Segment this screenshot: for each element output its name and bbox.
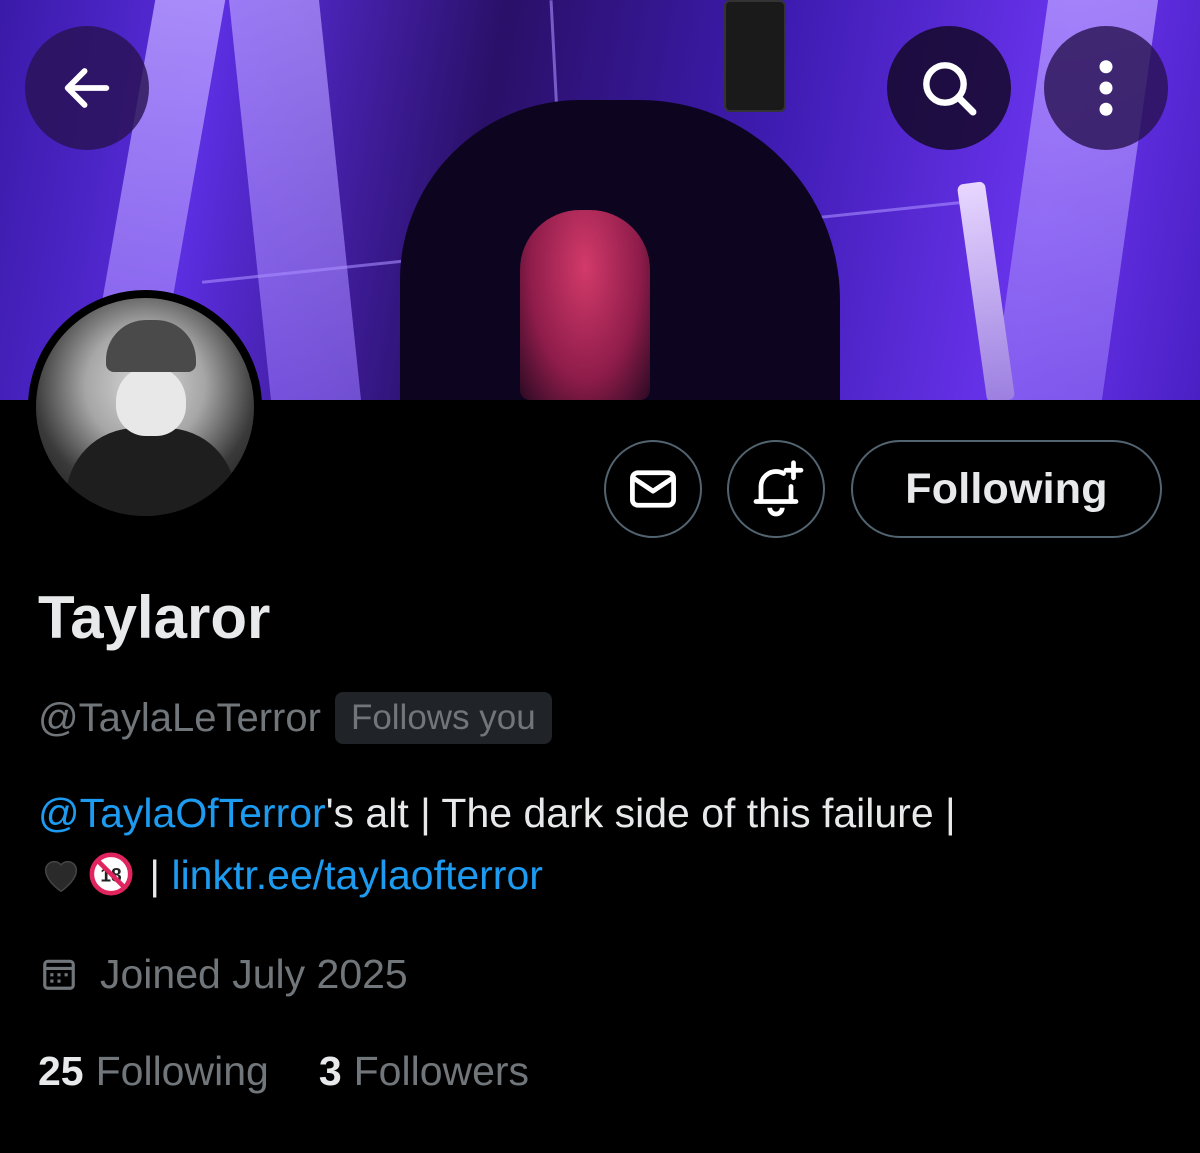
joined-date-row: Joined July 2025 [40,946,408,1002]
following-count: 25 [38,1048,84,1094]
following-label: Following [95,1048,269,1094]
search-button[interactable] [887,26,1011,150]
followers-stat[interactable]: 3 Followers [319,1043,529,1099]
banner-shirt-art [520,210,650,400]
avatar[interactable] [28,290,262,524]
avatar-image [36,298,254,516]
following-stat[interactable]: 25 Following [38,1043,269,1099]
user-handle: @TaylaLeTerror [38,696,321,740]
bio-separator: | [149,852,161,898]
followers-count: 3 [318,1048,342,1094]
bio-mention-link[interactable]: @TaylaOfTerror [38,790,326,836]
handle-row: @TaylaLeTerror Follows you [38,690,552,746]
bio-text: 's alt | The dark side of this failure | [325,790,956,836]
notifications-button[interactable] [727,440,825,538]
followers-label: Followers [353,1048,530,1094]
bio-external-link[interactable]: linktr.ee/taylaofterror [171,852,542,898]
calendar-icon [43,959,75,990]
back-button[interactable] [25,26,149,150]
banner-phone [724,0,786,112]
no-one-under-eighteen-icon: 18 [89,852,133,896]
search-icon [923,62,977,116]
banner-pillar-mid [228,0,362,400]
bio: @TaylaOfTerror's alt | The dark side of … [38,782,1158,906]
more-options-button[interactable] [1044,26,1168,150]
message-button[interactable] [604,440,702,538]
joined-date: Joined July 2025 [100,951,408,997]
avatar-body [66,428,236,516]
following-button[interactable]: Following [851,440,1162,538]
arrow-left-icon [64,68,110,108]
more-vertical-icon [1099,60,1113,116]
avatar-hat [106,320,196,372]
envelope-icon [630,470,676,508]
bell-plus-icon [753,460,804,517]
follows-you-badge: Follows you [334,692,552,744]
follow-stats: 25 Following 3 Followers [38,1043,529,1099]
black-heart-icon [44,860,78,893]
display-name: Taylaror [38,584,271,651]
avatar-face [116,366,186,436]
